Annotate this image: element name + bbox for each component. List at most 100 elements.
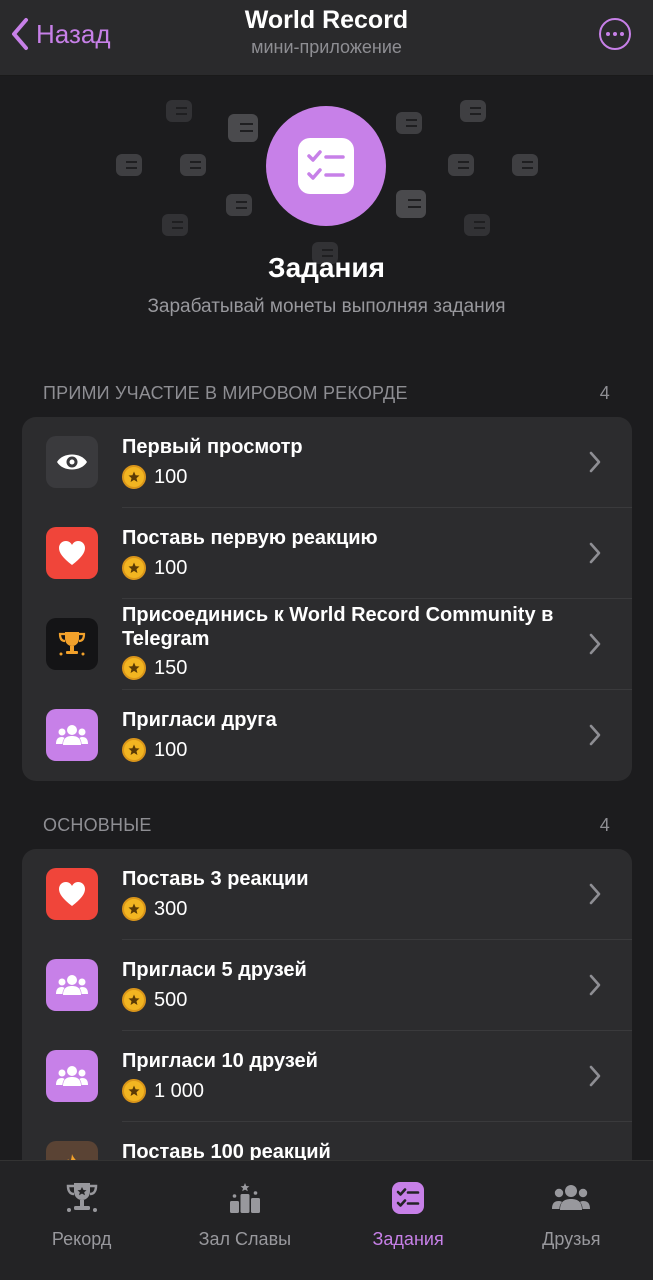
task-icon-bg bbox=[46, 868, 98, 920]
tab-tasks[interactable]: Задания bbox=[327, 1161, 490, 1280]
task-text: Пригласи друга 100 bbox=[122, 708, 572, 762]
podium-icon bbox=[229, 1183, 260, 1213]
task-name: Присоединись к World Record Community в … bbox=[122, 604, 554, 650]
trophy-icon bbox=[66, 1183, 97, 1212]
hero-section: Задания Зарабатывай монеты выполняя зада… bbox=[0, 76, 653, 356]
task-row[interactable]: Пригласи друга 100 bbox=[22, 690, 632, 781]
section-title: ПРИМИ УЧАСТИЕ В МИРОВОМ РЕКОРДЕ bbox=[43, 383, 408, 403]
task-reward-value: 100 bbox=[154, 556, 188, 579]
coin-icon bbox=[122, 656, 146, 680]
checklist-icon bbox=[162, 214, 188, 236]
task-row[interactable]: Пригласи 10 друзей 1 000 bbox=[22, 1031, 632, 1122]
task-reward: 1 000 bbox=[122, 1079, 572, 1103]
tasks-card: Первый просмотр 100 Поставь первую реакц… bbox=[22, 417, 632, 781]
eye-icon bbox=[57, 454, 87, 470]
task-reward: 100 bbox=[122, 465, 572, 489]
tasks-card: Поставь 3 реакции 300 Пригласи 5 друзей … bbox=[22, 849, 632, 1213]
section-header: ПРИМИ УЧАСТИЕ В МИРОВОМ РЕКОРДЕ 4 bbox=[43, 383, 610, 404]
tab-hall-of-fame[interactable]: Зал Славы bbox=[163, 1161, 326, 1280]
chevron-right-icon bbox=[589, 542, 601, 564]
app-subtitle: мини-приложение bbox=[251, 37, 402, 57]
task-name: Поставь 3 реакции bbox=[122, 868, 309, 890]
more-dot bbox=[613, 32, 617, 36]
chevron-right-icon bbox=[589, 1065, 601, 1087]
task-name: Поставь первую реакцию bbox=[122, 527, 378, 549]
task-icon-bg bbox=[46, 618, 98, 670]
more-dot bbox=[606, 32, 610, 36]
coin-icon bbox=[122, 988, 146, 1012]
task-text: Поставь первую реакцию 100 bbox=[122, 526, 572, 580]
task-reward: 100 bbox=[122, 556, 572, 580]
task-row[interactable]: Присоединись к World Record Community в … bbox=[22, 599, 632, 690]
checklist-icon bbox=[396, 112, 422, 134]
hero-subtitle: Зарабатывай монеты выполняя задания bbox=[147, 296, 506, 317]
task-reward: 500 bbox=[122, 988, 572, 1012]
task-reward: 300 bbox=[122, 897, 572, 921]
tab-label: Друзья bbox=[542, 1229, 601, 1249]
more-dot bbox=[620, 32, 624, 36]
chevron-right-icon bbox=[589, 974, 601, 996]
chevron-right-icon bbox=[589, 724, 601, 746]
task-row[interactable]: Поставь 3 реакции 300 bbox=[22, 849, 632, 940]
checklist-icon bbox=[512, 154, 538, 176]
title-block: World Record мини-приложение bbox=[0, 6, 653, 58]
heart-icon bbox=[59, 541, 85, 565]
task-icon-bg bbox=[46, 527, 98, 579]
section-count: 4 bbox=[599, 815, 610, 835]
app-title: World Record bbox=[244, 6, 409, 34]
people-icon bbox=[552, 1185, 591, 1210]
checklist-icon bbox=[298, 138, 354, 194]
people-icon bbox=[56, 1066, 88, 1086]
task-text: Первый просмотр 100 bbox=[122, 435, 572, 489]
more-menu-button[interactable] bbox=[599, 18, 631, 50]
task-icon-bg bbox=[46, 1050, 98, 1102]
chevron-right-icon bbox=[589, 883, 601, 905]
task-icon-bg bbox=[46, 709, 98, 761]
task-text: Пригласи 5 друзей 500 bbox=[122, 958, 572, 1012]
checklist-icon bbox=[166, 100, 192, 122]
task-name: Первый просмотр bbox=[122, 436, 303, 458]
task-reward-value: 100 bbox=[154, 465, 188, 488]
checklist-icon bbox=[116, 154, 142, 176]
task-row[interactable]: Пригласи 5 друзей 500 bbox=[22, 940, 632, 1031]
chevron-right-icon bbox=[589, 451, 601, 473]
heart-icon bbox=[59, 882, 85, 906]
tab-record[interactable]: Рекорд bbox=[0, 1161, 163, 1280]
coin-icon bbox=[122, 1079, 146, 1103]
bottom-tab-bar: Рекорд Зал Славы Задания Друзья bbox=[0, 1160, 653, 1280]
task-row[interactable]: Первый просмотр 100 bbox=[22, 417, 632, 508]
tab-label: Зал Славы bbox=[198, 1229, 292, 1249]
trophy-icon bbox=[58, 632, 86, 656]
coin-icon bbox=[122, 556, 146, 580]
checklist-icon bbox=[228, 114, 258, 142]
task-reward-value: 100 bbox=[154, 738, 188, 761]
task-row[interactable]: Поставь первую реакцию 100 bbox=[22, 508, 632, 599]
task-icon-bg bbox=[46, 959, 98, 1011]
task-name: Пригласи друга bbox=[122, 709, 277, 731]
coin-icon bbox=[122, 738, 146, 762]
tab-friends[interactable]: Друзья bbox=[490, 1161, 653, 1280]
checklist-icon bbox=[180, 154, 206, 176]
hero-title: Задания bbox=[268, 252, 385, 283]
task-text: Пригласи 10 друзей 1 000 bbox=[122, 1049, 572, 1103]
task-name: Пригласи 10 друзей bbox=[122, 1050, 318, 1072]
section-header: ОСНОВНЫЕ 4 bbox=[43, 815, 610, 836]
task-icon-bg bbox=[46, 436, 98, 488]
coin-icon bbox=[122, 465, 146, 489]
task-reward-value: 150 bbox=[154, 656, 188, 679]
task-text: Поставь 3 реакции 300 bbox=[122, 867, 572, 921]
checklist-icon bbox=[448, 154, 474, 176]
task-reward: 150 bbox=[122, 656, 572, 680]
section-count: 4 bbox=[599, 383, 610, 403]
top-bar: Назад World Record мини-приложение bbox=[0, 0, 653, 76]
task-reward: 100 bbox=[122, 738, 572, 762]
tab-label: Рекорд bbox=[51, 1229, 112, 1249]
coin-icon bbox=[122, 897, 146, 921]
task-reward-value: 500 bbox=[154, 988, 188, 1011]
task-text: Присоединись к World Record Community в … bbox=[122, 603, 572, 680]
checklist-icon bbox=[226, 194, 252, 216]
people-icon bbox=[56, 975, 88, 995]
checklist-icon bbox=[460, 100, 486, 122]
task-reward-value: 300 bbox=[154, 897, 188, 920]
tab-label: Задания bbox=[372, 1229, 444, 1249]
